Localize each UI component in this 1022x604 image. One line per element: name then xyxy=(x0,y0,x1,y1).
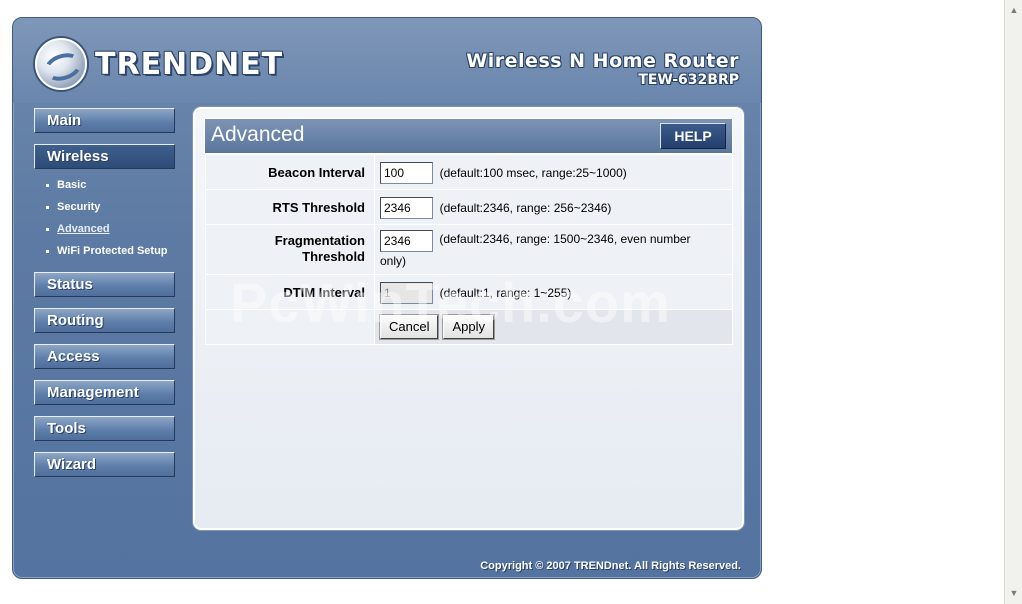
beacon-interval-input[interactable] xyxy=(380,162,433,184)
panel-header: Advanced HELP xyxy=(204,118,733,154)
wireless-subnav: Basic Security Advanced WiFi Protected S… xyxy=(46,174,178,262)
apply-button[interactable]: Apply xyxy=(443,315,494,339)
empty-cell xyxy=(205,309,375,345)
field-value: (default:2346, range: 256~2346) xyxy=(374,189,733,225)
nav-access[interactable]: Access xyxy=(34,344,175,369)
fragmentation-label-line1: Fragmentation xyxy=(274,233,365,248)
subnav-wps-label: WiFi Protected Setup xyxy=(57,245,168,257)
table-row: Beacon Interval (default:100 msec, range… xyxy=(205,154,733,190)
scroll-down-arrow-icon[interactable]: ▼ xyxy=(1005,585,1022,602)
brand-name: TRENDNET xyxy=(95,46,284,82)
page-title: Advanced xyxy=(211,123,305,146)
subnav-security[interactable]: Security xyxy=(46,196,178,218)
advanced-settings-panel: Advanced HELP Beacon Interval (default:1… xyxy=(193,107,744,530)
nav-main[interactable]: Main xyxy=(34,108,175,133)
nav-wireless[interactable]: Wireless xyxy=(34,144,175,169)
dtim-interval-label: DTIM Interval xyxy=(283,285,365,300)
product-info: Wireless N Home Router TEW-632BRP xyxy=(466,50,739,88)
rts-threshold-input[interactable] xyxy=(380,197,433,219)
nav-tools[interactable]: Tools xyxy=(34,416,175,441)
nav-wizard[interactable]: Wizard xyxy=(34,452,175,477)
bullet-icon xyxy=(46,183,49,187)
fragmentation-threshold-input[interactable] xyxy=(380,230,433,252)
field-value: (default:100 msec, range:25~1000) xyxy=(374,154,733,190)
table-row: Cancel Apply xyxy=(205,309,733,345)
field-label: DTIM Interval xyxy=(205,274,375,310)
dtim-interval-hint: (default:1, range: 1~255) xyxy=(439,286,572,300)
field-label: Fragmentation Threshold xyxy=(205,224,375,275)
copyright-text: Copyright © 2007 TRENDnet. All Rights Re… xyxy=(480,560,741,572)
subnav-advanced-label: Advanced xyxy=(57,223,110,235)
subnav-basic-label: Basic xyxy=(57,179,87,191)
subnav-basic[interactable]: Basic xyxy=(46,174,178,196)
bullet-icon xyxy=(46,205,49,209)
subnav-security-label: Security xyxy=(57,201,101,213)
table-row: RTS Threshold (default:2346, range: 256~… xyxy=(205,189,733,225)
field-label: Beacon Interval xyxy=(205,154,375,190)
sidebar-nav: Main Wireless Basic Security Advanced Wi… xyxy=(34,108,178,488)
help-button[interactable]: HELP xyxy=(660,123,726,149)
beacon-interval-label: Beacon Interval xyxy=(268,165,365,180)
field-value: (default:2346, range: 1500~2346, even nu… xyxy=(374,224,733,275)
nav-status[interactable]: Status xyxy=(34,272,175,297)
product-name: Wireless N Home Router xyxy=(466,50,739,72)
globe-logo-icon xyxy=(35,38,87,90)
trendnet-logo: TRENDNET xyxy=(35,38,283,90)
fragmentation-threshold-label: Fragmentation Threshold xyxy=(206,225,365,265)
rts-threshold-label: RTS Threshold xyxy=(272,200,365,215)
table-row: DTIM Interval (default:1, range: 1~255) xyxy=(205,274,733,310)
bullet-icon xyxy=(46,227,49,231)
router-admin-frame: TRENDNET Wireless N Home Router TEW-632B… xyxy=(12,17,762,579)
rts-threshold-hint: (default:2346, range: 256~2346) xyxy=(439,201,612,215)
vertical-scrollbar[interactable]: ▲ ▼ xyxy=(1004,0,1022,604)
nav-management[interactable]: Management xyxy=(34,380,175,405)
model-number: TEW-632BRP xyxy=(638,72,739,88)
field-value: (default:1, range: 1~255) xyxy=(374,274,733,310)
fragmentation-label-line2: Threshold xyxy=(302,249,365,264)
subnav-advanced[interactable]: Advanced xyxy=(46,218,178,240)
dtim-interval-input[interactable] xyxy=(380,282,433,304)
bullet-icon xyxy=(46,249,49,253)
action-cell: Cancel Apply xyxy=(374,309,733,345)
scroll-up-arrow-icon[interactable]: ▲ xyxy=(1005,2,1022,19)
settings-table: Beacon Interval (default:100 msec, range… xyxy=(205,154,733,345)
beacon-interval-hint: (default:100 msec, range:25~1000) xyxy=(439,166,627,180)
nav-routing[interactable]: Routing xyxy=(34,308,175,333)
cancel-button[interactable]: Cancel xyxy=(380,315,439,339)
field-label: RTS Threshold xyxy=(205,189,375,225)
table-row: Fragmentation Threshold (default:2346, r… xyxy=(205,224,733,275)
subnav-wps[interactable]: WiFi Protected Setup xyxy=(46,240,178,262)
